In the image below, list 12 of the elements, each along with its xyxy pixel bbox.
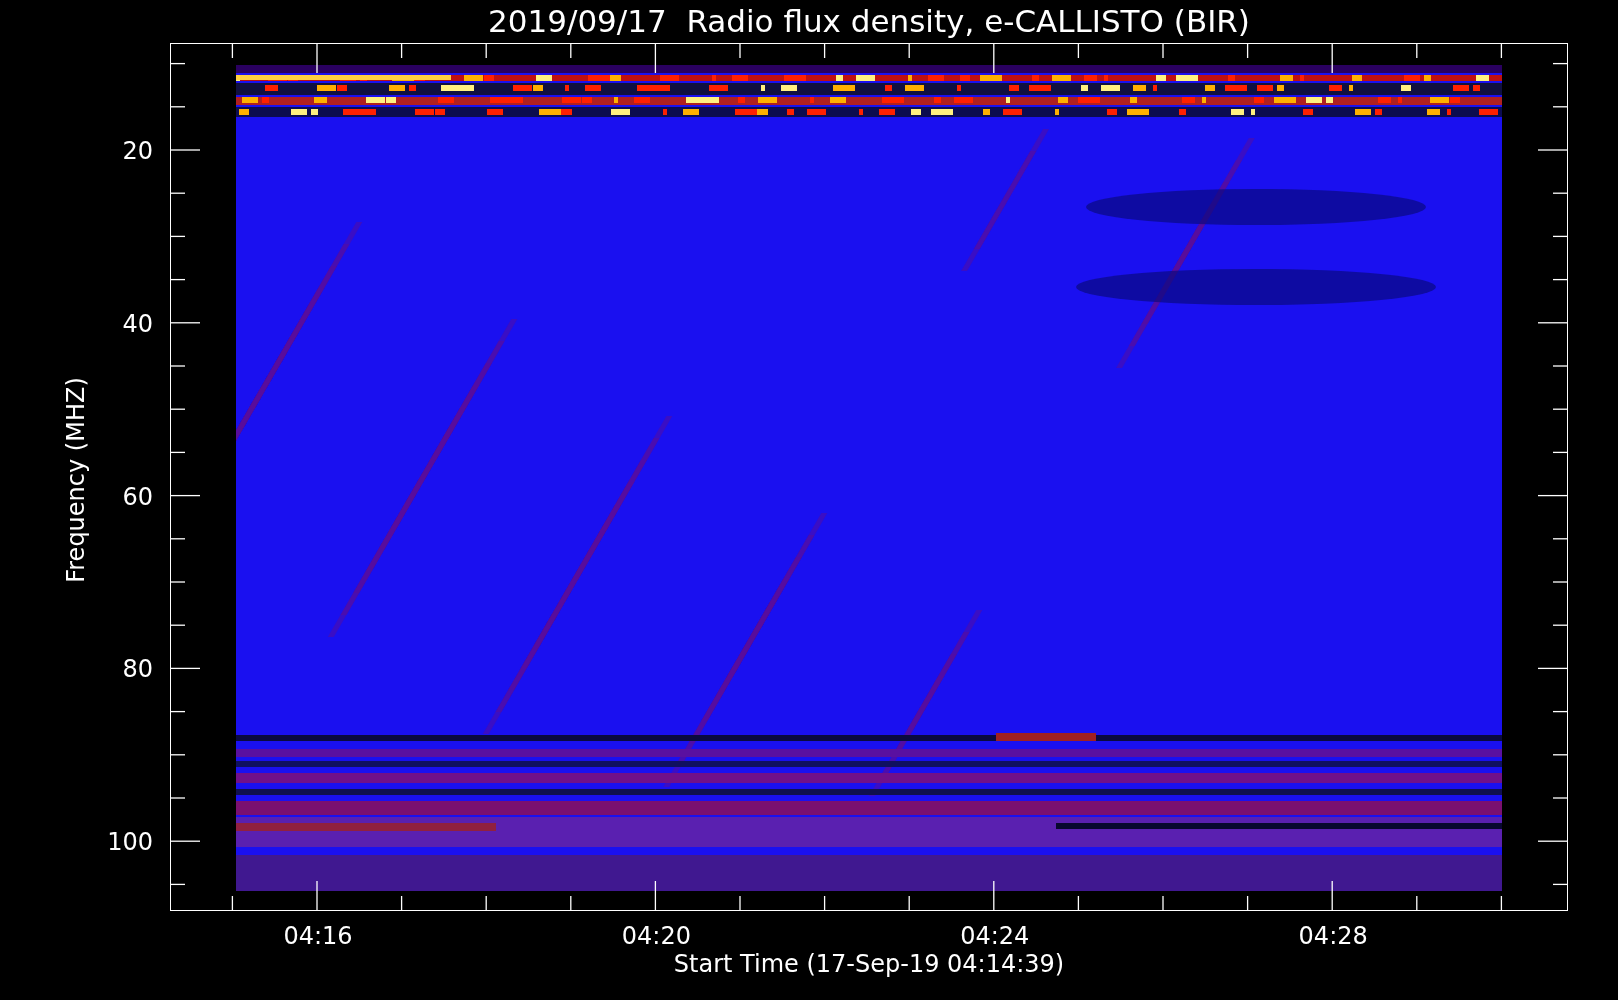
tick-label: 04:16: [283, 922, 353, 950]
tick-label: 40: [122, 309, 153, 338]
axis-title: Frequency (MHZ): [62, 377, 90, 583]
chart-title: 2019/09/17 Radio flux density, e-CALLISTO (BIR): [487, 2, 1251, 40]
tick-label: 04:28: [1298, 922, 1368, 950]
tick-label: 04:24: [960, 922, 1030, 950]
axis-title: Start Time (17-Sep-19 04:14:39): [672, 950, 1066, 978]
tick-label: 100: [107, 828, 153, 857]
tick-label: 80: [122, 655, 153, 684]
tick-label: 04:20: [621, 922, 691, 950]
tick-label: 60: [122, 482, 153, 511]
tick-label: 20: [122, 137, 153, 165]
